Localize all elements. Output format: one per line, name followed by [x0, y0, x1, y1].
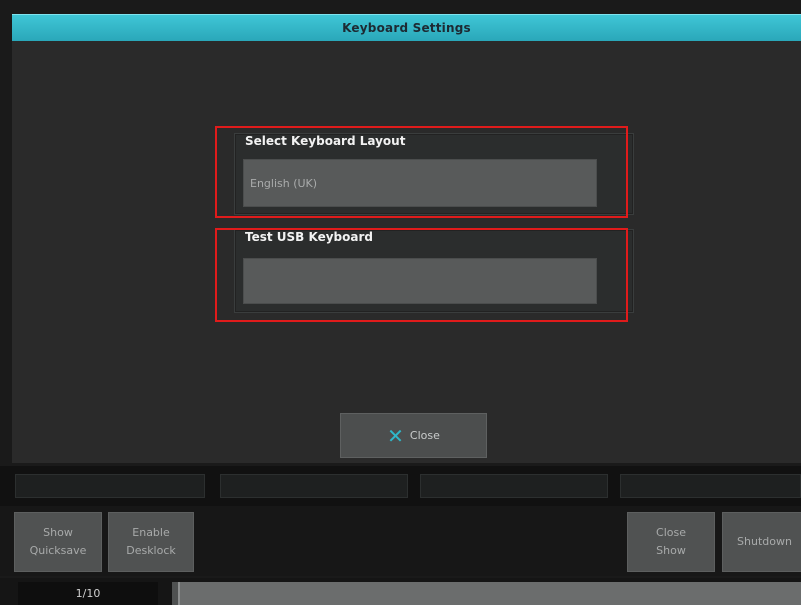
keyboard-settings-dialog: Select Keyboard Layout English (UK) Test…: [12, 41, 801, 463]
scroll-thumb[interactable]: [172, 582, 181, 605]
close-x-icon: ✕: [387, 423, 404, 448]
show-quicksave-line2: Quicksave: [29, 544, 87, 557]
test-keyboard-group: Test USB Keyboard: [234, 229, 634, 313]
title-bar: Keyboard Settings: [12, 14, 801, 42]
status-bar: 1/10: [0, 578, 801, 605]
keyboard-layout-select[interactable]: English (UK): [243, 159, 597, 207]
enable-desklock-button[interactable]: Enable Desklock: [108, 512, 194, 572]
keyboard-layout-label: Select Keyboard Layout: [245, 134, 406, 148]
shutdown-button[interactable]: Shutdown: [722, 512, 801, 572]
encoder-display-4[interactable]: [620, 474, 801, 498]
keyboard-layout-group: Select Keyboard Layout English (UK): [234, 133, 634, 215]
enable-desklock-line1: Enable: [132, 526, 170, 540]
show-quicksave-line1: Show: [43, 526, 73, 540]
page-indicator: 1/10: [18, 582, 158, 605]
close-show-line2: Show: [656, 544, 686, 557]
encoder-display-3[interactable]: [420, 474, 608, 498]
encoder-display-2[interactable]: [220, 474, 408, 498]
scroll-track[interactable]: [172, 582, 801, 605]
window-title: Keyboard Settings: [342, 21, 471, 35]
encoder-strip: [0, 466, 801, 506]
screen: Keyboard Settings Select Keyboard Layout…: [0, 0, 801, 605]
test-keyboard-input[interactable]: [243, 258, 597, 304]
close-show-line1: Close: [656, 526, 686, 540]
soft-button-row: Show Quicksave Enable Desklock Close Sho…: [0, 506, 801, 576]
test-keyboard-label: Test USB Keyboard: [245, 230, 373, 244]
close-show-button[interactable]: Close Show: [627, 512, 715, 572]
close-button-label: Close: [409, 429, 440, 442]
close-button[interactable]: ✕ Close: [340, 413, 487, 458]
encoder-display-1[interactable]: [15, 474, 205, 498]
shutdown-label: Shutdown: [737, 535, 792, 549]
enable-desklock-line2: Desklock: [126, 544, 176, 557]
show-quicksave-button[interactable]: Show Quicksave: [14, 512, 102, 572]
